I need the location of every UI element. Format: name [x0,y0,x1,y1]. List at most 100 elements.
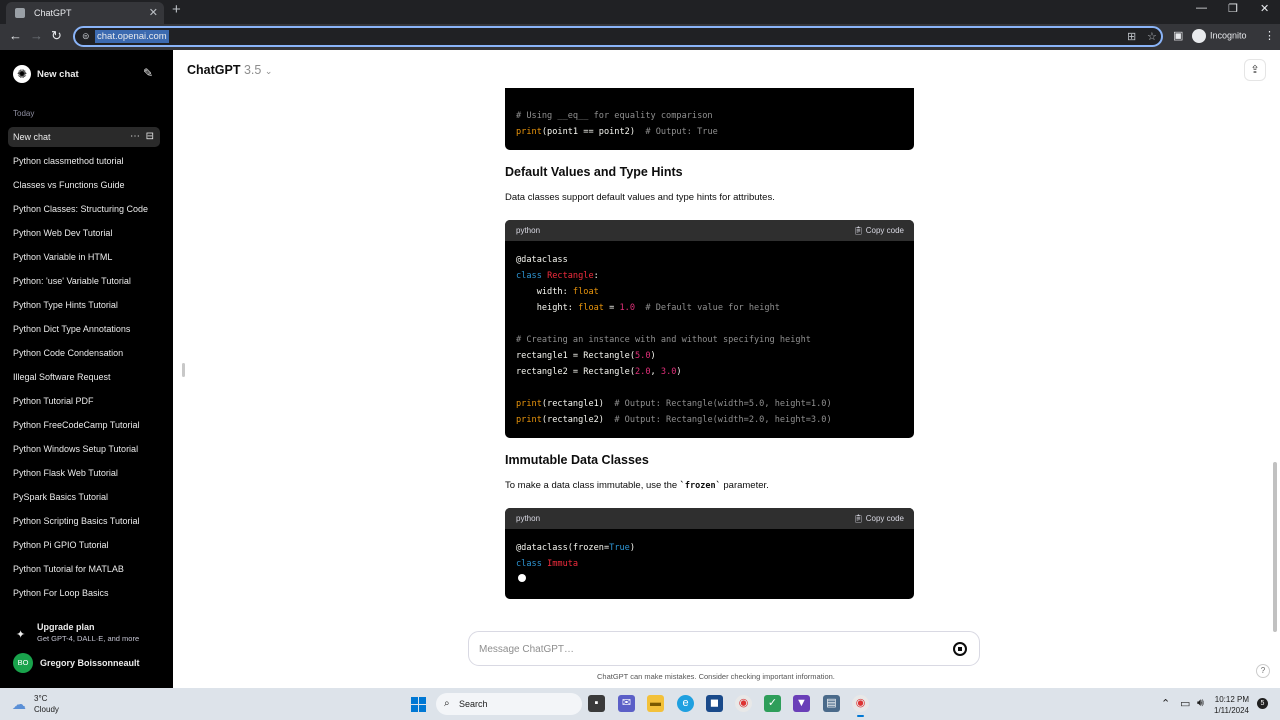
store-icon[interactable]: ◼ [706,695,723,712]
sidebar-chat-item[interactable]: Python classmethod tutorial [8,151,160,171]
copy-code-button[interactable]: 📋︎ Copy code [853,508,904,529]
sidebar-chat-item[interactable]: Python FreeCodeCamp Tutorial [8,415,160,435]
message-composer [468,631,980,666]
section-today: Today [13,109,35,118]
sidebar-chat-item[interactable]: Python For Loop Basics [8,583,160,603]
teams-chat-icon[interactable]: ✉ [618,695,635,712]
sidebar-chat-item[interactable]: Python Flask Web Tutorial [8,463,160,483]
sidebar-chat-item[interactable]: Python Scripting Basics Tutorial [8,511,160,531]
code-content[interactable]: @dataclass(frozen=True) class Immuta [505,529,914,599]
sidebar-chat-item[interactable]: Python Pi GPIO Tutorial [8,535,160,555]
close-tab-icon[interactable]: ✕ [149,2,158,24]
sidebar-chat-item[interactable]: Python Type Hints Tutorial [8,295,160,315]
cloud-icon[interactable]: ☁ [12,696,26,713]
excel-icon[interactable]: ✓ [764,695,781,712]
code-block-header: python 📋︎ Copy code [505,220,914,241]
disclaimer: ChatGPT can make mistakes. Consider chec… [597,672,835,681]
weather-temperature[interactable]: 3°C [34,694,47,703]
scrollbar[interactable] [1273,462,1277,632]
network-icon[interactable]: ▭ [1180,697,1190,710]
sidebar-chat-label: Python Tutorial PDF [13,396,94,406]
sidebar-chat-label: Python Classes: Structuring Code [13,204,149,214]
sidebar-chat-item[interactable]: Python Dict Type Annotations [8,319,160,339]
back-icon[interactable]: ← [9,28,22,43]
volume-icon[interactable]: 🔊︎ [1197,697,1204,710]
clock[interactable]: 10:12 PM 1/11/2024 [1214,694,1249,716]
more-options-icon[interactable]: ⋯ [130,127,140,147]
incognito-label: Incognito [1210,30,1247,41]
address-bar[interactable]: ⊜ chat.openai.com ⊞ ☆ [73,26,1163,47]
taskbar-search[interactable]: ⌕ Search [436,693,582,715]
remote-desktop-icon[interactable]: ▤ [823,695,840,712]
start-button[interactable] [411,697,426,712]
sidebar-chat-item[interactable]: Python: 'use' Variable Tutorial [8,271,160,291]
code-block-header: python 📋︎ Copy code [505,508,914,529]
main-panel: ChatGPT 3.5 ⌄ ⇪ # Using __eq__ for equal… [173,50,1280,688]
sidebar-chat-label: Python Windows Setup Tutorial [13,444,139,454]
sidebar-chat-label: Python Scripting Basics Tutorial [13,516,140,526]
sidebar-chat-item[interactable]: PySpark Basics Tutorial [8,487,160,507]
site-info-icon[interactable]: ⊜ [82,31,90,42]
side-panel-icon[interactable]: ▣ [1173,29,1183,42]
browser-tab[interactable]: ChatGPT ✕ [6,2,164,24]
incognito-indicator[interactable]: Incognito [1192,29,1247,43]
notification-badge[interactable]: 5 [1257,698,1268,709]
clipboard-icon: 📋︎ [853,514,864,523]
avatar[interactable]: BO [13,653,33,673]
sidebar-chat-label: Python Variable in HTML [13,252,113,262]
sidebar-chat-label: Classes vs Functions Guide [13,180,125,190]
sidebar-chat-item[interactable]: Python Windows Setup Tutorial [8,439,160,459]
edge-icon[interactable]: e [677,695,694,712]
upgrade-plan-subtitle[interactable]: Get GPT-4, DALL·E, and more [37,634,139,643]
stop-icon [958,647,962,651]
paragraph-immutable: To make a data class immutable, use the … [505,480,769,491]
code-content[interactable]: @dataclass class Rectangle: width: float… [505,241,914,438]
url-text[interactable]: chat.openai.com [95,30,169,43]
message-input[interactable] [479,640,919,658]
code-output-comment: # Output: True [645,127,718,137]
share-icon[interactable]: ⇪ [1244,59,1266,81]
weather-description[interactable]: Cloudy [34,705,59,714]
menu-kebab-icon[interactable]: ⋮ [1264,29,1275,42]
bookmark-star-icon[interactable]: ☆ [1147,30,1157,43]
archive-icon[interactable]: ⊟ [146,127,154,147]
chevron-up-icon[interactable]: ⌃ [1161,697,1170,710]
sidebar-chat-item[interactable]: Illegal Software Request [8,367,160,387]
clock-date: 1/11/2024 [1214,706,1249,715]
sidebar-chat-item[interactable]: Python Code Condensation [8,343,160,363]
chrome-icon[interactable]: ◉ [735,695,752,712]
model-selector[interactable]: ChatGPT 3.5 ⌄ [187,63,272,77]
sidebar-chat-item[interactable]: Python Variable in HTML [8,247,160,267]
stop-generating-button[interactable] [953,642,967,656]
copy-code-button[interactable]: 📋︎ Copy code [853,220,904,241]
sidebar-chat-item[interactable]: New chat ⋯ ⊟ [8,127,160,147]
user-name[interactable]: Gregory Boissonneault [40,658,140,668]
new-tab-button[interactable]: + [172,1,181,18]
sidebar-chat-item[interactable]: Python Web Dev Tutorial [8,223,160,243]
sidebar-chat-item[interactable]: Python Tutorial for MATLAB [8,559,160,579]
sidebar-toggle-handle[interactable] [182,363,185,377]
sidebar-chat-item[interactable]: Classes vs Functions Guide [8,175,160,195]
search-icon: ⌕ [444,698,450,709]
app-icon[interactable]: ▼ [793,695,810,712]
task-view-icon[interactable]: ▪ [588,695,605,712]
minimize-icon[interactable]: — [1196,2,1207,14]
sidebar-chat-label: Python Flask Web Tutorial [13,468,118,478]
upgrade-plan-title[interactable]: Upgrade plan [37,622,95,632]
help-icon[interactable]: ? [1256,664,1270,678]
sidebar-chat-label: Python: 'use' Variable Tutorial [13,276,131,286]
tab-title: ChatGPT [34,8,72,18]
file-explorer-icon[interactable]: ▬ [647,695,664,712]
reload-icon[interactable]: ↻ [51,28,62,44]
sidebar-chat-item[interactable]: Python Classes: Structuring Code [8,199,160,219]
qr-code-icon[interactable]: ⊞ [1127,30,1136,43]
new-chat-link[interactable]: New chat [37,69,79,80]
restore-icon[interactable]: ❐ [1228,2,1238,15]
sidebar-chat-item[interactable]: Python Tutorial PDF [8,391,160,411]
chatgpt-logo-icon[interactable]: ✺ [13,65,31,83]
chrome-active-icon[interactable]: ◉ [852,695,869,717]
close-window-icon[interactable]: ✕ [1260,2,1269,15]
new-chat-edit-icon[interactable]: ✎ [143,66,153,80]
streaming-cursor-icon [518,574,526,582]
forward-icon[interactable]: → [30,28,43,43]
